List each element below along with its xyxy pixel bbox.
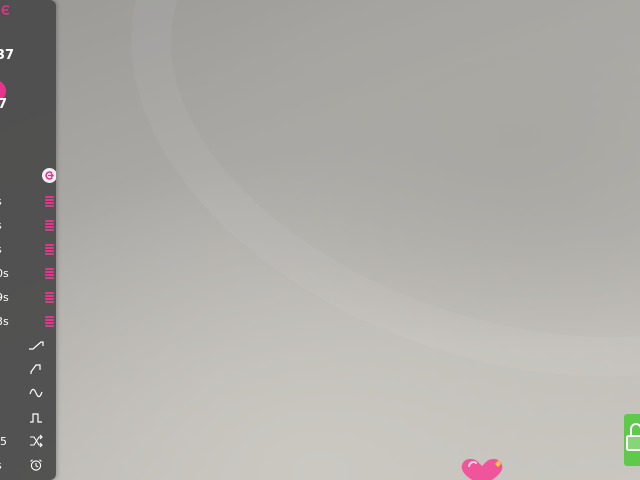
duration-label: s [0, 219, 2, 232]
dial-value: 7 [0, 97, 8, 112]
tool-item-timer[interactable]: s [0, 457, 56, 475]
menu-lines-icon[interactable] [45, 316, 54, 327]
video-background: o 37 7 s s s 0s 9s [0, 0, 640, 480]
alarm-clock-icon[interactable] [28, 458, 44, 472]
screen-lock-button[interactable] [624, 414, 640, 466]
tool-label: -5 [0, 435, 7, 448]
control-panel: o 37 7 s s s 0s 9s [0, 0, 56, 480]
duration-label: s [0, 195, 2, 208]
background-light-sweep [61, 0, 640, 469]
pink-swirl-icon[interactable] [0, 4, 12, 16]
ramp-up-icon[interactable] [28, 338, 44, 352]
list-item[interactable]: s [0, 217, 56, 235]
duration-label: 9s [0, 291, 9, 304]
square-pulse-icon[interactable] [28, 410, 44, 424]
pink-plus-circle-icon [45, 171, 54, 180]
list-item[interactable]: 9s [0, 289, 56, 307]
list-item[interactable]: 3s [0, 313, 56, 331]
info-value: 37 [0, 48, 15, 63]
menu-lines-icon[interactable] [45, 268, 54, 279]
sine-wave-icon[interactable] [28, 386, 44, 400]
tool-item-shuffle[interactable]: -5 [0, 433, 56, 451]
step-up-icon[interactable] [28, 362, 44, 376]
list-item[interactable]: s [0, 241, 56, 259]
tool-label: s [0, 459, 2, 472]
tool-item-ramp[interactable] [0, 337, 56, 355]
duration-label: 3s [0, 315, 9, 328]
tool-item-step[interactable] [0, 361, 56, 379]
menu-lines-icon[interactable] [45, 220, 54, 231]
like-button[interactable] [458, 456, 506, 480]
shuffle-icon[interactable] [28, 434, 44, 448]
tool-item-wave[interactable] [0, 385, 56, 403]
list-item[interactable]: 0s [0, 265, 56, 283]
duration-label: s [0, 243, 2, 256]
duration-label: 0s [0, 267, 9, 280]
menu-lines-icon[interactable] [45, 292, 54, 303]
list-item[interactable]: s [0, 193, 56, 211]
menu-lines-icon[interactable] [45, 244, 54, 255]
tool-item-pulse[interactable] [0, 409, 56, 427]
green-unlock-icon [626, 423, 640, 451]
menu-lines-icon[interactable] [45, 196, 54, 207]
pink-heart-icon [461, 458, 503, 480]
add-pattern-button[interactable] [42, 168, 56, 183]
